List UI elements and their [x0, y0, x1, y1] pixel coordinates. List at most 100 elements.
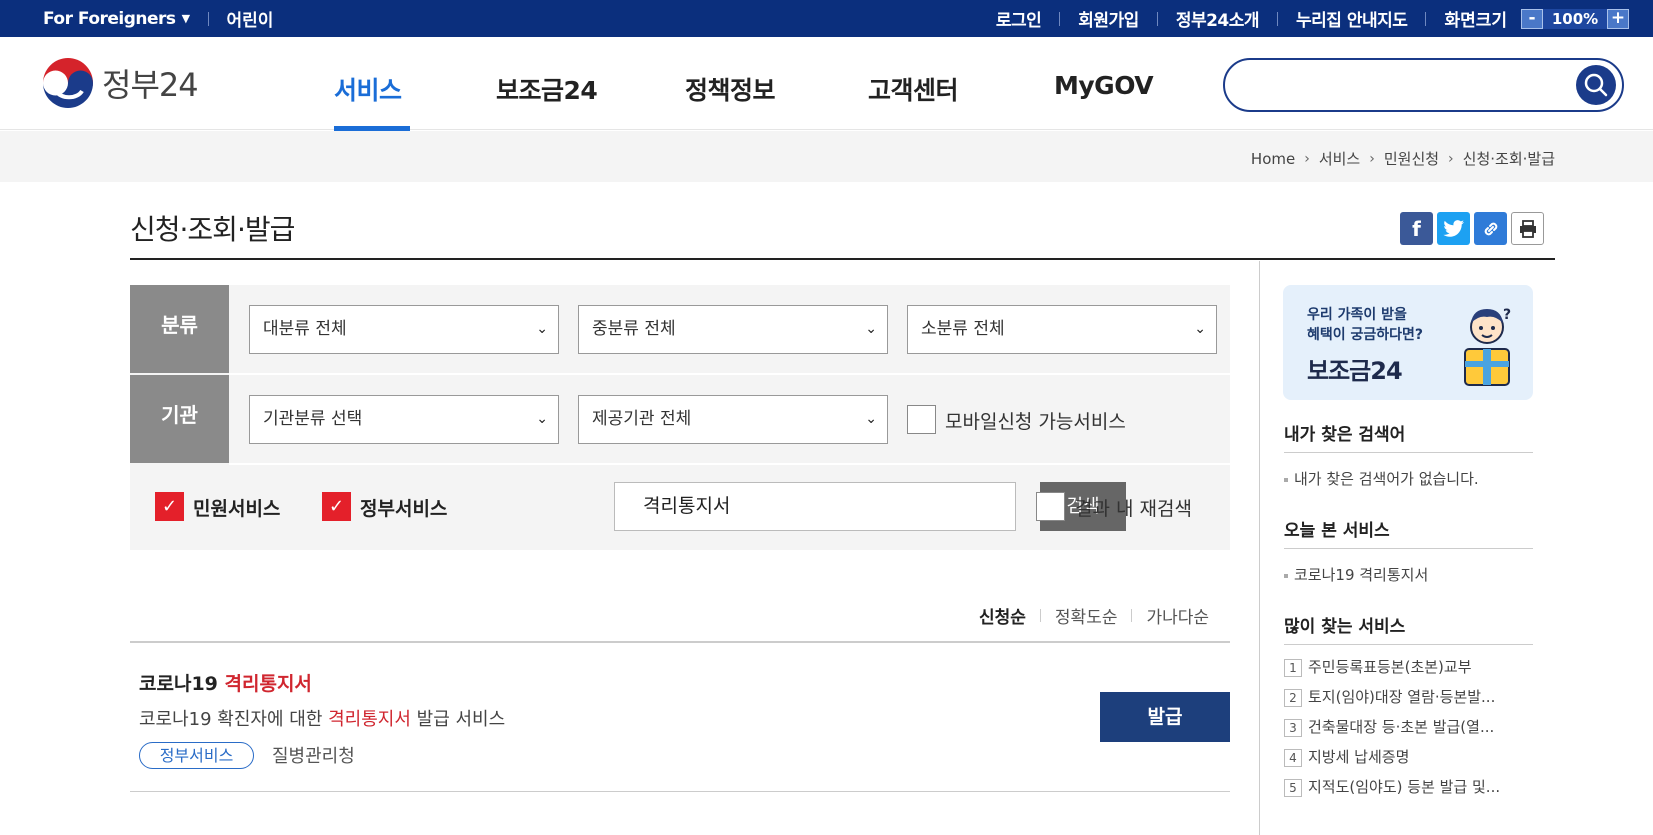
breadcrumb: Home › 서비스 › 민원신청 › 신청·조회·발급 — [1251, 148, 1555, 169]
filter-row-divider — [229, 463, 1230, 465]
chevron-right-icon: › — [1304, 150, 1310, 167]
popular-item[interactable]: 4 지방세 납세증명 — [1284, 746, 1409, 767]
banner-line-2: 혜택이 궁금하다면? — [1307, 327, 1424, 343]
agency-type-value: 기관분류 선택 — [263, 409, 363, 429]
minor-category-select[interactable]: 소분류 전체 ⌄ — [907, 305, 1217, 354]
chevron-down-icon: ⌄ — [536, 411, 548, 427]
mid-category-select[interactable]: 중분류 전체 ⌄ — [578, 305, 888, 354]
sidebar-line — [1284, 548, 1533, 549]
research-in-results-label: 결과 내 재검색 — [1075, 498, 1192, 520]
facebook-share-icon[interactable]: f — [1400, 212, 1433, 245]
share-tools: f — [1400, 212, 1544, 245]
global-search-input[interactable] — [1243, 70, 1563, 100]
zoom-in-button[interactable]: + — [1607, 8, 1629, 29]
results-bottom-border — [130, 791, 1230, 792]
print-icon[interactable] — [1511, 212, 1544, 245]
today-viewed-item[interactable]: 코로나19 격리통지서 — [1284, 564, 1428, 585]
category-label: 분류 — [161, 313, 198, 337]
breadcrumb-home[interactable]: Home — [1251, 150, 1295, 168]
logo-text: 정부24 — [102, 66, 199, 104]
result-desc-highlight: 격리통지서 — [328, 709, 411, 730]
popular-item-label: 주민등록표등본(초본)교부 — [1308, 658, 1472, 676]
caret-down-icon: ▼ — [181, 12, 190, 25]
today-viewed-heading: 오늘 본 서비스 — [1284, 521, 1390, 541]
nav-customer-center[interactable]: 고객센터 — [868, 71, 959, 107]
provider-agency-value: 제공기관 전체 — [592, 409, 692, 429]
agency-type-select[interactable]: 기관분류 선택 ⌄ — [249, 395, 559, 444]
breadcrumb-service[interactable]: 서비스 — [1319, 148, 1360, 169]
about-link[interactable]: 정부24소개 — [1176, 6, 1260, 31]
site-header: 정부24 서비스 보조금24 정책정보 고객센터 MyGOV — [0, 37, 1653, 131]
sort-by-accuracy[interactable]: 정확도순 — [1055, 603, 1118, 628]
result-title[interactable]: 코로나19 격리통지서 — [139, 669, 312, 696]
sort-by-requests[interactable]: 신청순 — [979, 603, 1026, 628]
sitemap-link[interactable]: 누리집 안내지도 — [1296, 6, 1408, 31]
results-top-border — [130, 641, 1230, 643]
result-description: 코로나19 확진자에 대한 격리통지서 발급 서비스 — [139, 705, 505, 731]
nav-mygov[interactable]: MyGOV — [1054, 71, 1154, 100]
major-category-select[interactable]: 대분류 전체 ⌄ — [249, 305, 559, 354]
popular-item[interactable]: 1 주민등록표등본(초본)교부 — [1284, 656, 1472, 677]
link-copy-icon[interactable] — [1474, 212, 1507, 245]
sidebar-divider — [1259, 261, 1260, 835]
subsidy24-banner[interactable]: 우리 가족이 받을 혜택이 궁금하다면? 보조금24 ? — [1283, 285, 1533, 400]
category-row-label: 분류 — [130, 285, 229, 373]
agency-row-label: 기관 — [130, 375, 229, 463]
svg-text:?: ? — [1503, 307, 1511, 323]
filter-row-divider — [229, 373, 1230, 375]
for-foreigners-menu[interactable]: For Foreigners ▼ — [43, 9, 190, 29]
nav-service[interactable]: 서비스 — [334, 71, 402, 107]
mobile-service-checkbox[interactable] — [907, 405, 936, 434]
zoom-out-button[interactable]: - — [1521, 8, 1543, 29]
zoom-value: 100% — [1543, 8, 1607, 29]
result-title-prefix: 코로나19 — [139, 673, 225, 695]
result-organization: 질병관리청 — [272, 746, 355, 767]
popular-item[interactable]: 3 건축물대장 등·초본 발급(열... — [1284, 716, 1494, 737]
research-in-results-checkbox[interactable] — [1036, 492, 1065, 521]
my-search-empty-message: 내가 찾은 검색어가 없습니다. — [1284, 468, 1479, 489]
chevron-down-icon: ⌄ — [865, 411, 877, 427]
provider-agency-select[interactable]: 제공기관 전체 ⌄ — [578, 395, 888, 444]
sort-options: 신청순 정확도순 가나다순 — [979, 603, 1209, 628]
chevron-right-icon: › — [1448, 150, 1454, 167]
banner-title: 보조금24 — [1307, 357, 1403, 385]
major-category-value: 대분류 전체 — [263, 319, 347, 339]
popular-item-label: 토지(임야)대장 열람·등본발... — [1308, 688, 1496, 706]
popular-item-label: 지방세 납세증명 — [1308, 748, 1410, 766]
title-divider — [130, 258, 1555, 260]
sidebar-line — [1284, 452, 1533, 453]
civil-service-checkbox[interactable]: ✓ — [155, 492, 184, 521]
twitter-share-icon[interactable] — [1437, 212, 1470, 245]
popular-item-label: 건축물대장 등·초본 발급(열... — [1308, 718, 1495, 736]
mobile-service-label: 모바일신청 가능서비스 — [945, 411, 1126, 433]
gov-service-checkbox[interactable]: ✓ — [322, 492, 351, 521]
popular-item[interactable]: 5 지적도(임야도) 등본 발급 및... — [1284, 776, 1500, 797]
popular-item[interactable]: 2 토지(임야)대장 열람·등본발... — [1284, 686, 1495, 707]
breadcrumb-bar: Home › 서비스 › 민원신청 › 신청·조회·발급 — [0, 131, 1653, 182]
global-search — [1223, 58, 1624, 112]
breadcrumb-civil[interactable]: 민원신청 — [1384, 148, 1439, 169]
kids-link[interactable]: 어린이 — [227, 6, 274, 31]
login-link[interactable]: 로그인 — [996, 6, 1042, 31]
person-with-gift-icon: ? — [1464, 307, 1511, 386]
issue-button[interactable]: 발급 — [1100, 692, 1230, 742]
result-desc-suffix: 발급 서비스 — [410, 709, 506, 730]
page-title: 신청·조회·발급 — [130, 213, 295, 246]
agency-label: 기관 — [161, 403, 198, 427]
result-title-highlight: 격리통지서 — [224, 673, 312, 695]
breadcrumb-current[interactable]: 신청·조회·발급 — [1463, 148, 1555, 169]
nav-subsidy24[interactable]: 보조금24 — [496, 71, 598, 107]
banner-line-1: 우리 가족이 받을 — [1307, 307, 1407, 323]
signup-link[interactable]: 회원가입 — [1078, 6, 1139, 31]
nav-policy-info[interactable]: 정책정보 — [685, 71, 776, 107]
banner-text: 우리 가족이 받을 혜택이 궁금하다면? — [1307, 305, 1423, 345]
minor-category-value: 소분류 전체 — [921, 319, 1005, 339]
site-logo[interactable]: 정부24 — [42, 57, 199, 109]
sort-by-alphabet[interactable]: 가나다순 — [1146, 603, 1209, 628]
popular-services-heading: 많이 찾는 서비스 — [1284, 617, 1406, 637]
civil-service-label: 민원서비스 — [193, 498, 281, 520]
result-service-type-badge: 정부서비스 — [139, 742, 254, 769]
global-search-button[interactable] — [1576, 65, 1616, 105]
keyword-input[interactable]: 격리통지서 — [614, 482, 1016, 531]
popular-item-label: 지적도(임야도) 등본 발급 및... — [1308, 778, 1501, 796]
